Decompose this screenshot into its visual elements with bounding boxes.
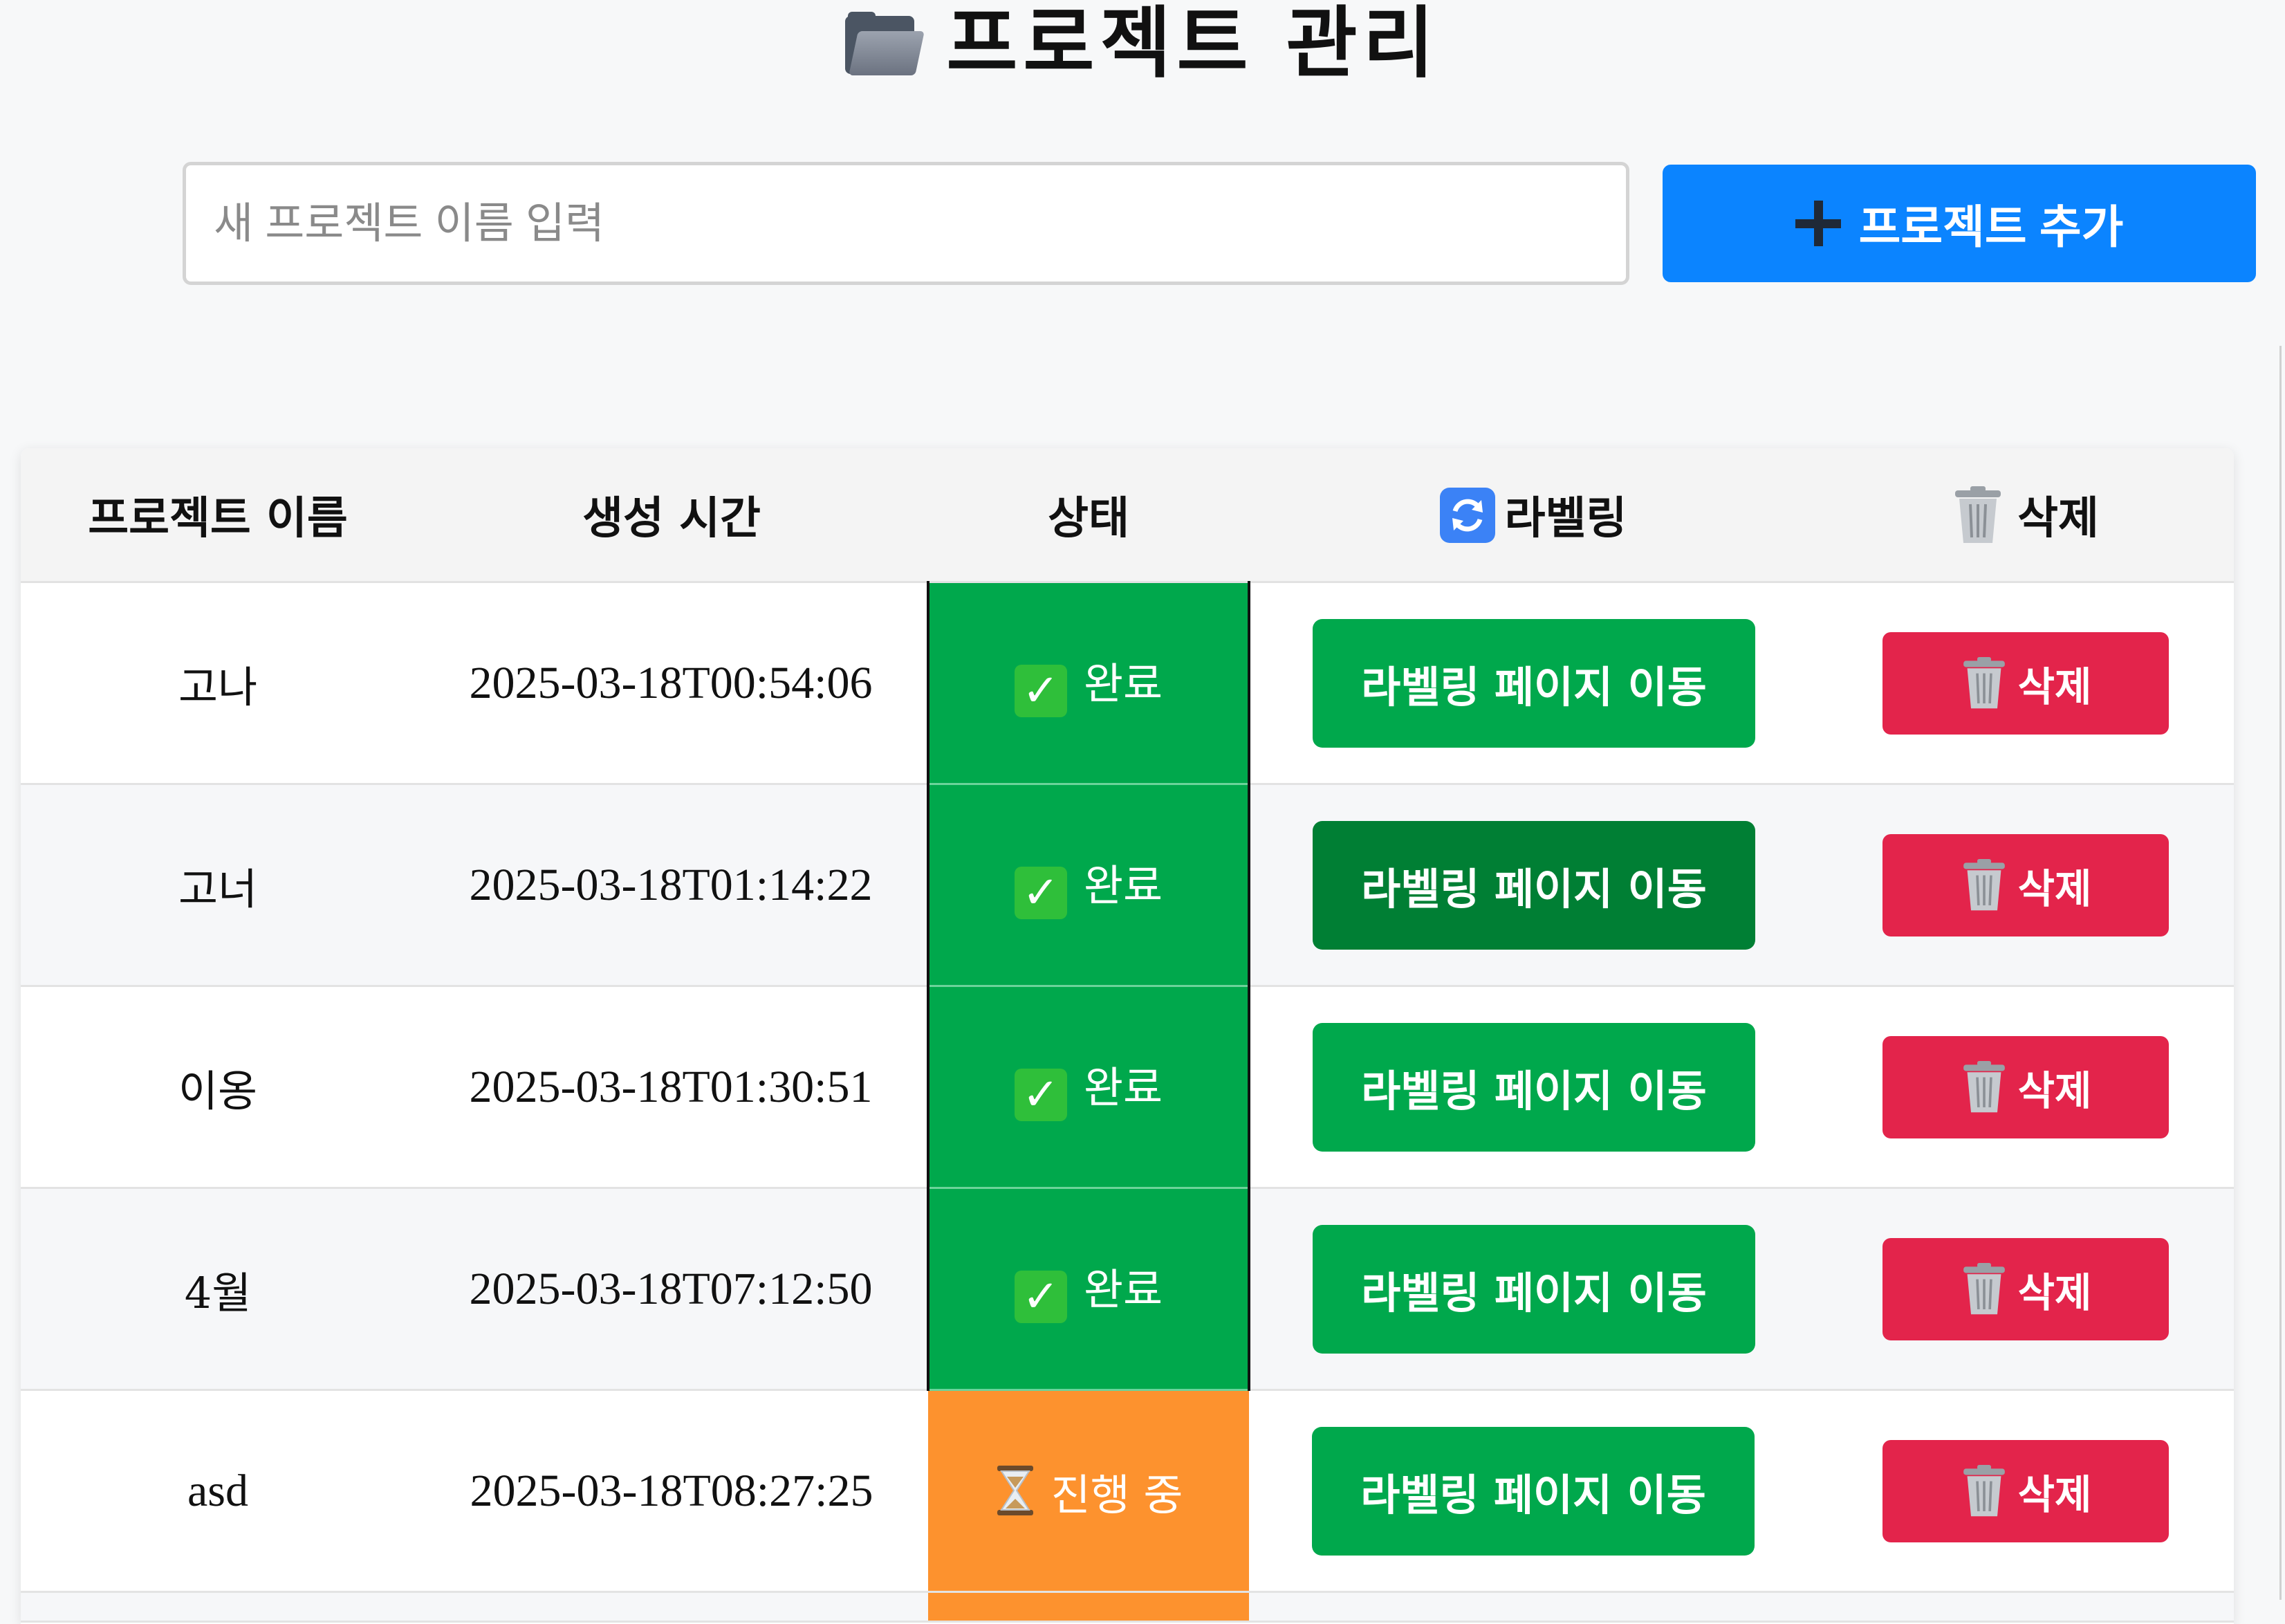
page-title: 프로젝트 관리 [0, 0, 2285, 95]
trash-icon [1960, 1262, 2008, 1316]
plus-icon [1795, 201, 1841, 246]
trash-icon [1960, 858, 2008, 912]
project-name-cell: 고너 [21, 784, 415, 987]
status-cell: ✓ 완료 [927, 1188, 1250, 1391]
trash-icon [1952, 486, 2004, 544]
labeling-cell: 라벨링 페이지 이동 [1249, 1390, 1817, 1593]
status-label: 진행 중 [1051, 1469, 1183, 1520]
check-icon: ✓ [1014, 1271, 1067, 1323]
delete-button-label: 삭제 [2017, 1067, 2092, 1114]
header-delete: 삭제 [1817, 448, 2234, 583]
created-time-cell: 2025-03-18T01:30:51 [415, 986, 928, 1189]
labeling-cell: 라벨링 페이지 이동 [1249, 986, 1817, 1189]
check-icon: ✓ [1014, 867, 1067, 919]
status-cell: ✓ 완료 [927, 582, 1250, 785]
labeling-cell [1249, 1591, 1817, 1623]
created-time-cell: 2025-03-18T00:54:06 [415, 582, 928, 785]
status-label: 완료 [1083, 860, 1163, 911]
status-label: 완료 [1083, 1062, 1163, 1113]
status-cell: ✓ 완료 [927, 986, 1250, 1189]
delete-cell: 삭제 [1817, 1390, 2234, 1593]
delete-cell: 삭제 [1817, 1188, 2234, 1391]
labeling-cell: 라벨링 페이지 이동 [1249, 784, 1817, 987]
delete-button[interactable]: 삭제 [1882, 833, 2169, 936]
go-to-labeling-button[interactable]: 라벨링 페이지 이동 [1313, 618, 1755, 748]
go-to-labeling-button[interactable]: 라벨링 페이지 이동 [1313, 1022, 1755, 1152]
trash-icon [1960, 1060, 2008, 1114]
trash-icon [1960, 656, 2008, 710]
table-row: asd 2025-03-18T08:27:25 진행 중 라벨링 페이지 이동 … [21, 1390, 2234, 1593]
labeling-cell: 라벨링 페이지 이동 [1249, 582, 1817, 785]
table-header-row: 프로젝트 이름 생성 시간 상태 라벨링 삭제 [21, 448, 2234, 583]
add-project-button[interactable]: 프로젝트 추가 [1663, 165, 2256, 282]
table-row: 고나 2025-03-18T00:54:06 ✓ 완료 라벨링 페이지 이동 삭제 [21, 582, 2234, 785]
check-icon: ✓ [1014, 1069, 1067, 1121]
table-row: 4월 2025-03-18T07:12:50 ✓ 완료 라벨링 페이지 이동 삭제 [21, 1188, 2234, 1391]
labeling-cell: 라벨링 페이지 이동 [1249, 1188, 1817, 1391]
table-row: 고너 2025-03-18T01:14:22 ✓ 완료 라벨링 페이지 이동 삭제 [21, 784, 2234, 987]
project-name-cell: 고나 [21, 582, 415, 785]
projects-table-container: 프로젝트 이름 생성 시간 상태 라벨링 삭제 고나 2025-03-18T00 [21, 448, 2234, 1624]
delete-cell: 삭제 [1817, 986, 2234, 1189]
delete-button-label: 삭제 [2017, 1470, 2092, 1518]
page-title-text: 프로젝트 관리 [946, 0, 1440, 89]
hourglass-icon [995, 1464, 1036, 1517]
check-icon: ✓ [1014, 665, 1067, 717]
created-time-cell: 2025-03-18T08:27:25 [415, 1390, 928, 1593]
delete-button[interactable]: 삭제 [1882, 1035, 2169, 1138]
header-labeling: 라벨링 [1249, 448, 1817, 583]
created-time-cell [415, 1591, 928, 1623]
status-cell: ✓ 완료 [927, 784, 1250, 987]
delete-button-label: 삭제 [2017, 663, 2092, 710]
folder-icon [845, 12, 925, 75]
delete-button-label: 삭제 [2017, 865, 2092, 912]
delete-button[interactable]: 삭제 [1882, 631, 2169, 735]
refresh-icon [1439, 488, 1495, 543]
header-status: 상태 [928, 448, 1249, 583]
project-name-cell: asd [21, 1390, 415, 1593]
go-to-labeling-button[interactable]: 라벨링 페이지 이동 [1312, 1426, 1755, 1556]
table-row [21, 1591, 2234, 1623]
projects-table: 프로젝트 이름 생성 시간 상태 라벨링 삭제 고나 2025-03-18T00 [21, 448, 2234, 1623]
created-time-cell: 2025-03-18T07:12:50 [415, 1188, 928, 1391]
header-created-time: 생성 시간 [415, 448, 928, 583]
delete-cell: 삭제 [1817, 582, 2234, 785]
header-labeling-label: 라벨링 [1504, 492, 1627, 544]
project-name-cell: 이옹 [21, 986, 415, 1189]
header-delete-label: 삭제 [2017, 492, 2099, 544]
delete-cell: 삭제 [1817, 784, 2234, 987]
delete-button[interactable]: 삭제 [1882, 1439, 2169, 1542]
go-to-labeling-button[interactable]: 라벨링 페이지 이동 [1313, 820, 1755, 950]
project-name-cell: 4월 [21, 1188, 415, 1391]
trash-icon [1960, 1464, 2008, 1517]
delete-cell [1817, 1591, 2234, 1623]
table-row: 이옹 2025-03-18T01:30:51 ✓ 완료 라벨링 페이지 이동 삭제 [21, 986, 2234, 1189]
status-cell: 진행 중 [928, 1390, 1249, 1593]
created-time-cell: 2025-03-18T01:14:22 [415, 784, 928, 987]
scrollbar[interactable] [2279, 346, 2282, 1600]
delete-button-label: 삭제 [2017, 1268, 2092, 1316]
project-name-input[interactable] [183, 162, 1629, 285]
add-project-button-label: 프로젝트 추가 [1858, 201, 2124, 252]
project-name-cell [21, 1591, 415, 1623]
status-cell [928, 1591, 1249, 1623]
delete-button[interactable]: 삭제 [1882, 1237, 2169, 1340]
status-label: 완료 [1083, 1264, 1163, 1315]
status-label: 완료 [1083, 658, 1163, 709]
go-to-labeling-button[interactable]: 라벨링 페이지 이동 [1313, 1224, 1755, 1354]
header-project-name: 프로젝트 이름 [21, 448, 415, 583]
